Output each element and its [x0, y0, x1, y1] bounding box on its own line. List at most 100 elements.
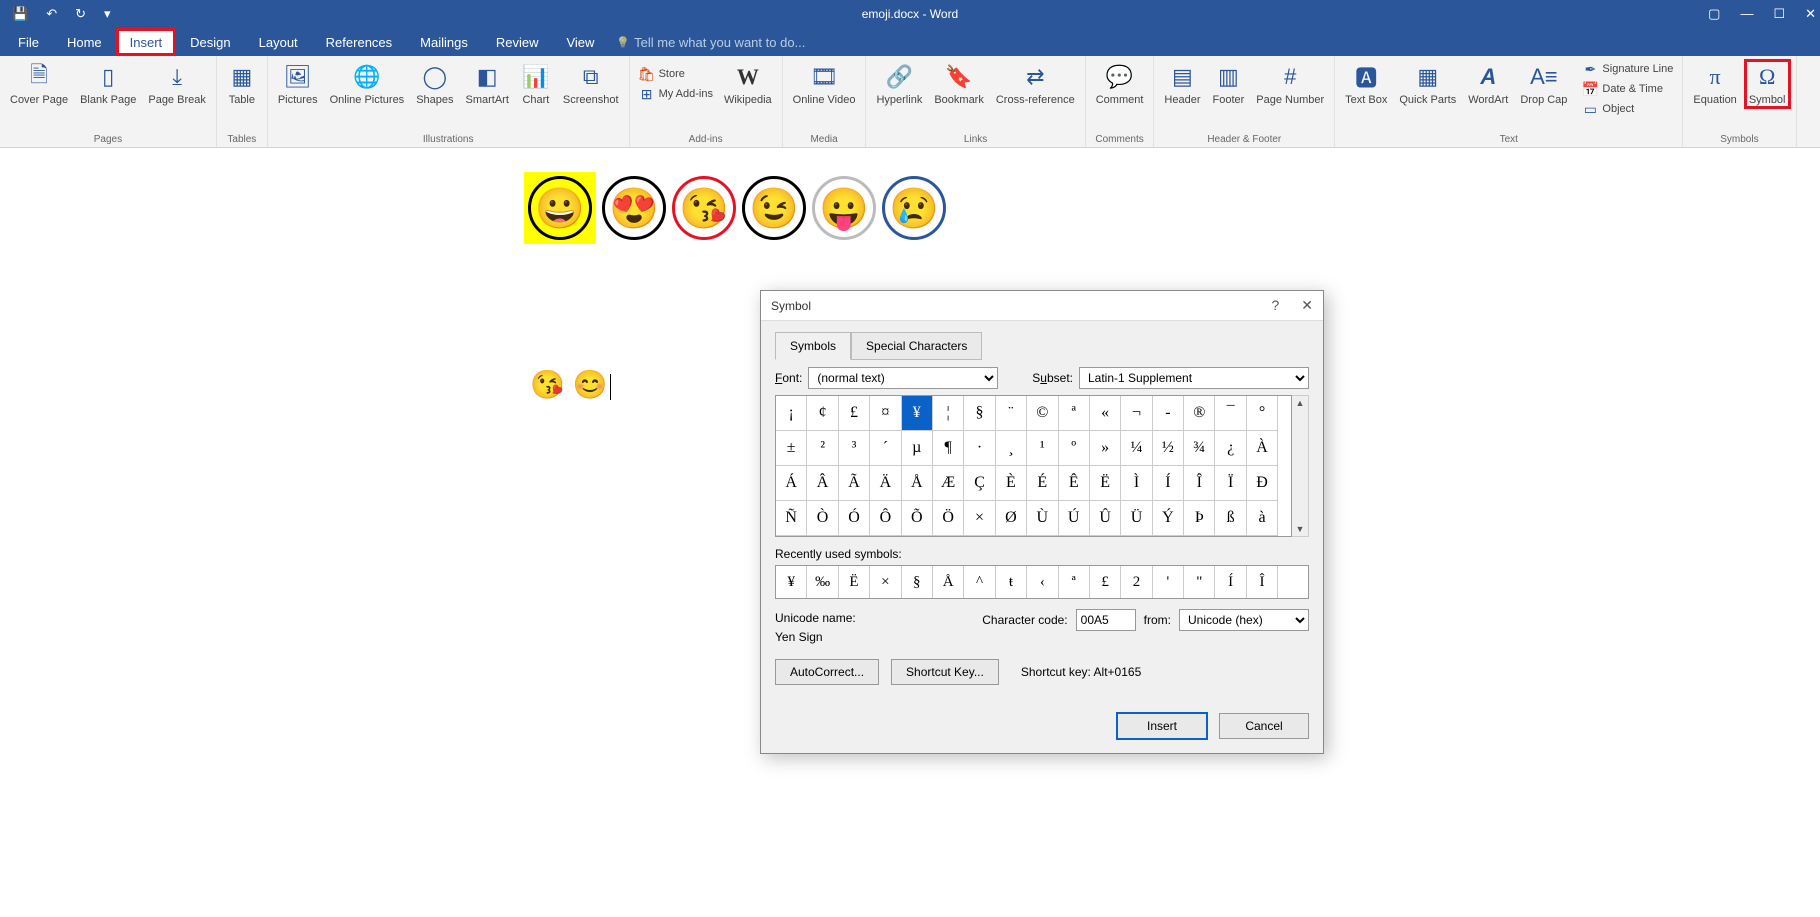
- symbol-cell[interactable]: ³: [839, 431, 870, 466]
- symbol-cell[interactable]: Ó: [839, 501, 870, 536]
- symbol-cell[interactable]: »: [1090, 431, 1121, 466]
- charcode-input[interactable]: [1076, 609, 1136, 631]
- shapes-button[interactable]: ◯Shapes: [412, 60, 457, 108]
- page-number-button[interactable]: #Page Number: [1252, 60, 1328, 108]
- redo-icon[interactable]: ↻: [75, 6, 86, 22]
- symbol-cell[interactable]: Á: [776, 466, 807, 501]
- wikipedia-button[interactable]: WWikipedia: [720, 60, 776, 108]
- symbol-cell[interactable]: ²: [807, 431, 838, 466]
- recent-symbol-cell[interactable]: ×: [870, 566, 901, 598]
- tab-design[interactable]: Design: [176, 28, 244, 56]
- symbol-cell[interactable]: Î: [1184, 466, 1215, 501]
- recent-symbols-grid[interactable]: ¥‰Ë×§Å^ŧ‹ª£2'"ÍÎ: [775, 565, 1309, 599]
- symbol-cell[interactable]: Û: [1090, 501, 1121, 536]
- symbol-grid[interactable]: ¡¢£¤¥¦§¨©ª«¬-®¯°±²³´µ¶·¸¹º»¼½¾¿ÀÁÂÃÄÅÆÇÈ…: [775, 395, 1292, 537]
- save-icon[interactable]: 💾: [12, 6, 28, 22]
- symbol-cell[interactable]: Þ: [1184, 501, 1215, 536]
- qat-dropdown-icon[interactable]: ▾: [104, 6, 111, 22]
- symbol-cell[interactable]: ¯: [1215, 396, 1246, 431]
- symbol-cell[interactable]: Ë: [1090, 466, 1121, 501]
- tab-layout[interactable]: Layout: [245, 28, 312, 56]
- symbol-cell[interactable]: º: [1059, 431, 1090, 466]
- symbol-cell[interactable]: Æ: [933, 466, 964, 501]
- symbol-cell[interactable]: É: [1027, 466, 1058, 501]
- object-button[interactable]: ▭Object: [1579, 100, 1676, 118]
- recent-symbol-cell[interactable]: 2: [1121, 566, 1152, 598]
- dialog-help-icon[interactable]: ?: [1271, 297, 1279, 314]
- symbol-cell[interactable]: ¤: [870, 396, 901, 431]
- symbol-cell[interactable]: Ý: [1153, 501, 1184, 536]
- symbol-cell[interactable]: ´: [870, 431, 901, 466]
- tab-references[interactable]: References: [312, 28, 406, 56]
- symbol-cell[interactable]: -: [1153, 396, 1184, 431]
- symbol-cell[interactable]: µ: [902, 431, 933, 466]
- symbol-cell[interactable]: ¼: [1121, 431, 1152, 466]
- recent-symbol-cell[interactable]: Å: [933, 566, 964, 598]
- symbol-cell[interactable]: Ò: [807, 501, 838, 536]
- symbol-cell[interactable]: ß: [1215, 501, 1246, 536]
- symbol-cell[interactable]: «: [1090, 396, 1121, 431]
- recent-symbol-cell[interactable]: ‰: [807, 566, 838, 598]
- insert-button[interactable]: Insert: [1117, 713, 1207, 739]
- symbol-cell[interactable]: Ã: [839, 466, 870, 501]
- symbol-cell[interactable]: Ï: [1215, 466, 1246, 501]
- cross-reference-button[interactable]: ⇄Cross-reference: [992, 60, 1079, 108]
- symbol-cell[interactable]: Ö: [933, 501, 964, 536]
- tab-view[interactable]: View: [552, 28, 608, 56]
- store-button[interactable]: 🛍Store: [636, 65, 716, 83]
- ribbon-options-icon[interactable]: ▢: [1708, 6, 1720, 22]
- blank-page-button[interactable]: ▯Blank Page: [76, 60, 140, 108]
- recent-symbol-cell[interactable]: Ë: [839, 566, 870, 598]
- symbol-cell[interactable]: §: [964, 396, 995, 431]
- recent-symbol-cell[interactable]: ‹: [1027, 566, 1058, 598]
- recent-symbol-cell[interactable]: Î: [1247, 566, 1278, 598]
- hyperlink-button[interactable]: 🔗Hyperlink: [872, 60, 926, 108]
- tab-home[interactable]: Home: [53, 28, 116, 56]
- symbol-cell[interactable]: ¢: [807, 396, 838, 431]
- symbol-cell[interactable]: Ú: [1059, 501, 1090, 536]
- recent-symbol-cell[interactable]: ": [1184, 566, 1215, 598]
- symbol-button[interactable]: ΩSymbol: [1745, 60, 1790, 108]
- symbol-cell[interactable]: Ð: [1247, 466, 1278, 501]
- symbol-cell[interactable]: Ç: [964, 466, 995, 501]
- symbol-cell[interactable]: ¶: [933, 431, 964, 466]
- tab-symbols[interactable]: Symbols: [775, 332, 851, 360]
- my-addins-button[interactable]: ⊞My Add-ins: [636, 85, 716, 103]
- recent-symbol-cell[interactable]: £: [1090, 566, 1121, 598]
- font-select[interactable]: (normal text): [808, 367, 998, 389]
- symbol-cell[interactable]: Ô: [870, 501, 901, 536]
- symbol-cell[interactable]: ¾: [1184, 431, 1215, 466]
- recent-symbol-cell[interactable]: ': [1153, 566, 1184, 598]
- symbol-cell[interactable]: ®: [1184, 396, 1215, 431]
- minimize-icon[interactable]: —: [1740, 6, 1753, 22]
- recent-symbol-cell[interactable]: ŧ: [996, 566, 1027, 598]
- scroll-down-icon[interactable]: ▼: [1294, 522, 1307, 536]
- undo-icon[interactable]: ↶: [46, 6, 57, 22]
- from-select[interactable]: Unicode (hex): [1179, 609, 1309, 631]
- symbol-cell[interactable]: ©: [1027, 396, 1058, 431]
- header-button[interactable]: ▤Header: [1160, 60, 1204, 108]
- symbol-cell[interactable]: ¸: [996, 431, 1027, 466]
- symbol-cell[interactable]: È: [996, 466, 1027, 501]
- symbol-cell[interactable]: Õ: [902, 501, 933, 536]
- maximize-icon[interactable]: ☐: [1773, 6, 1785, 22]
- chart-button[interactable]: 📊Chart: [517, 60, 555, 108]
- footer-button[interactable]: ▥Footer: [1208, 60, 1248, 108]
- drop-cap-button[interactable]: A≡Drop Cap: [1516, 60, 1571, 108]
- symbol-cell[interactable]: °: [1247, 396, 1278, 431]
- symbol-cell[interactable]: ¬: [1121, 396, 1152, 431]
- tab-special-characters[interactable]: Special Characters: [851, 332, 982, 360]
- autocorrect-button[interactable]: AutoCorrect...: [775, 659, 879, 685]
- symbol-cell[interactable]: Ä: [870, 466, 901, 501]
- text-box-button[interactable]: 🅰Text Box: [1341, 60, 1391, 108]
- symbol-cell[interactable]: ×: [964, 501, 995, 536]
- signature-line-button[interactable]: ✒Signature Line: [1579, 60, 1676, 78]
- symbol-cell[interactable]: Ì: [1121, 466, 1152, 501]
- symbol-cell[interactable]: ¦: [933, 396, 964, 431]
- symbol-cell[interactable]: Í: [1153, 466, 1184, 501]
- page-break-button[interactable]: ⤓Page Break: [144, 60, 209, 108]
- table-button[interactable]: ▦Table: [223, 60, 261, 108]
- symbol-cell[interactable]: ¡: [776, 396, 807, 431]
- symbol-cell[interactable]: ½: [1153, 431, 1184, 466]
- symbol-cell[interactable]: à: [1247, 501, 1278, 536]
